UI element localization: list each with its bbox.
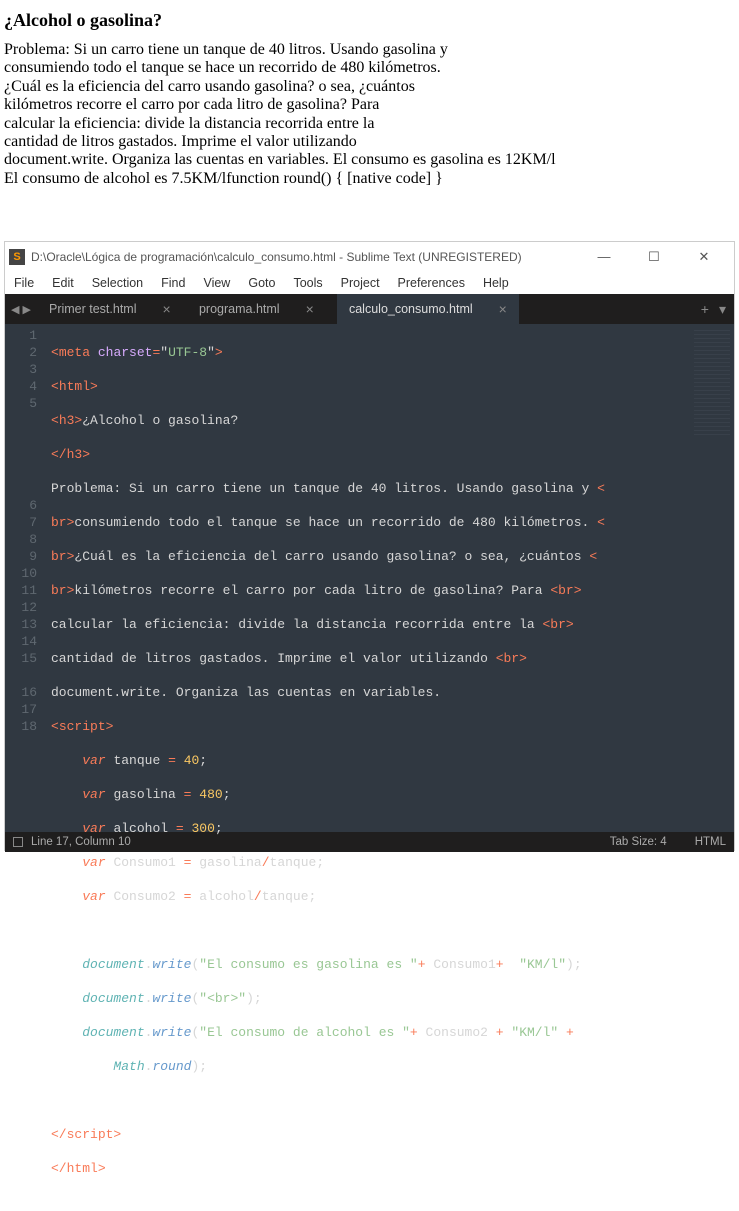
minimize-button[interactable]: — — [590, 249, 618, 265]
tab-primer-test[interactable]: Primer test.html × — [37, 294, 187, 324]
tab-calculo-consumo[interactable]: calculo_consumo.html × — [337, 294, 519, 324]
chevron-down-icon: ▾ — [719, 301, 726, 318]
menu-edit[interactable]: Edit — [45, 274, 81, 292]
gutter: 1 2 3 4 5 6 7 8 9 10 11 12 13 14 15 16 1… — [5, 324, 47, 832]
menubar: File Edit Selection Find View Goto Tools… — [5, 272, 734, 294]
tab-label: programa.html — [199, 302, 280, 316]
output-line: kilómetros recorre el carro por cada lit… — [4, 96, 379, 113]
browser-output: ¿Alcohol o gasolina? Problema: Si un car… — [0, 0, 739, 202]
tab-close-icon[interactable]: × — [499, 301, 507, 317]
code-area[interactable]: <meta charset="UTF-8"> <html> <h3>¿Alcoh… — [47, 324, 734, 832]
menu-view[interactable]: View — [196, 274, 237, 292]
tab-nav-arrows[interactable]: ◀ ▶ — [5, 294, 37, 324]
output-line: El consumo de alcohol es 7.5KM/lfunction… — [4, 170, 443, 187]
menu-help[interactable]: Help — [476, 274, 516, 292]
close-button[interactable]: ✕ — [690, 249, 718, 265]
minimap-preview — [694, 330, 730, 438]
minimap[interactable] — [690, 324, 734, 832]
output-heading: ¿Alcohol o gasolina? — [4, 10, 735, 31]
tab-bar: ◀ ▶ Primer test.html × programa.html × c… — [5, 294, 734, 324]
output-line: calcular la eficiencia: divide la distan… — [4, 115, 374, 132]
menu-find[interactable]: Find — [154, 274, 192, 292]
menu-goto[interactable]: Goto — [241, 274, 282, 292]
tab-close-icon[interactable]: × — [306, 301, 314, 317]
sublime-window: S D:\Oracle\Lógica de programación\calcu… — [4, 241, 735, 851]
editor-body[interactable]: 1 2 3 4 5 6 7 8 9 10 11 12 13 14 15 16 1… — [5, 324, 734, 832]
output-line: cantidad de litros gastados. Imprime el … — [4, 133, 357, 150]
output-line: consumiendo todo el tanque se hace un re… — [4, 59, 441, 76]
menu-selection[interactable]: Selection — [85, 274, 150, 292]
tab-close-icon[interactable]: × — [163, 301, 171, 317]
output-line: ¿Cuál es la eficiencia del carro usando … — [4, 78, 415, 95]
menu-tools[interactable]: Tools — [286, 274, 329, 292]
titlebar[interactable]: S D:\Oracle\Lógica de programación\calcu… — [5, 242, 734, 272]
tab-programa[interactable]: programa.html × — [187, 294, 337, 324]
menu-file[interactable]: File — [7, 274, 41, 292]
panel-toggle-icon[interactable] — [13, 837, 23, 847]
tab-label: calculo_consumo.html — [349, 302, 473, 316]
plus-icon: + — [701, 301, 709, 317]
output-line: document.write. Organiza las cuentas en … — [4, 151, 556, 168]
maximize-button[interactable]: ☐ — [640, 249, 668, 265]
output-line: Problema: Si un carro tiene un tanque de… — [4, 41, 448, 58]
menu-project[interactable]: Project — [334, 274, 387, 292]
tab-label: Primer test.html — [49, 302, 137, 316]
menu-preferences[interactable]: Preferences — [391, 274, 472, 292]
output-body: Problema: Si un carro tiene un tanque de… — [4, 41, 735, 188]
sublime-icon: S — [9, 249, 25, 265]
tab-add[interactable]: +▾ — [693, 294, 734, 324]
window-title: D:\Oracle\Lógica de programación\calculo… — [31, 250, 522, 264]
